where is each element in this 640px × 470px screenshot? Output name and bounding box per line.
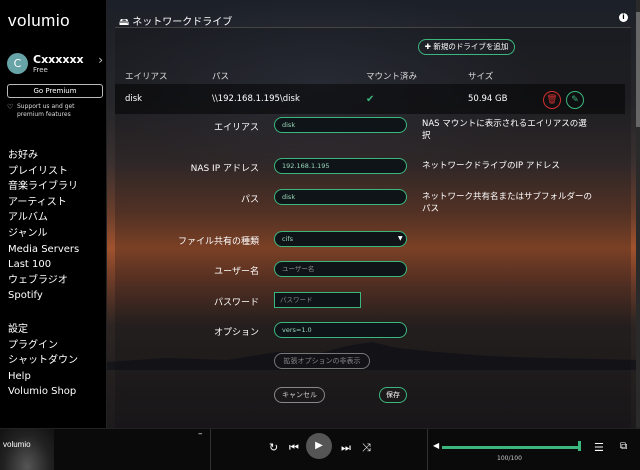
alias-input[interactable] <box>274 117 407 133</box>
nav-item-albums[interactable]: アルバム <box>8 210 79 226</box>
play-icon: ▶ <box>315 440 323 451</box>
support-text: Support us and get premium features <box>17 103 75 118</box>
avatar: C <box>7 53 28 74</box>
column-header-mounted: マウント済み <box>366 72 418 82</box>
pencil-icon: ✎ <box>571 95 579 105</box>
divider <box>427 429 428 470</box>
player-bar: volumio – ↻ ⏮ ▶ ⏭ ⤨ ◀ 100/100 ☰ ⧉ <box>0 428 640 470</box>
shuffle-icon[interactable]: ⤨ <box>362 441 371 455</box>
advanced-options-button[interactable]: 拡張オプションの非表示 <box>274 353 370 369</box>
column-header-alias: エイリアス <box>125 72 168 82</box>
user-plan: Free <box>33 66 48 74</box>
sidebar: volumio C Cxxxxxx Free › Go Premium ♡ Su… <box>0 0 107 428</box>
nav-item-last-100[interactable]: Last 100 <box>8 257 79 273</box>
options-input[interactable] <box>274 322 407 338</box>
chevron-right-icon[interactable]: › <box>98 53 103 67</box>
page-header: 🖴 ネットワークドライブ i <box>115 10 631 28</box>
divider <box>210 429 211 470</box>
nav-item-playlists[interactable]: プレイリスト <box>8 164 79 180</box>
nav-item-shutdown[interactable]: シャットダウン <box>8 353 78 369</box>
volume-fill <box>442 446 580 449</box>
password-label: パスワード <box>213 298 259 308</box>
share-type-select[interactable] <box>274 231 407 247</box>
nav-item-plugins[interactable]: プラグイン <box>8 338 78 354</box>
go-premium-button[interactable]: Go Premium <box>7 84 103 98</box>
username-input[interactable] <box>274 261 407 277</box>
password-input[interactable] <box>274 292 361 308</box>
volume-down-icon[interactable]: ◀ <box>433 441 439 450</box>
edit-drive-button[interactable]: ✎ <box>566 91 584 109</box>
nas-ip-help: ネットワークドライブのIP アドレス <box>422 161 560 171</box>
nav-item-genres[interactable]: ジャンル <box>8 226 79 242</box>
options-label: オプション <box>213 328 259 338</box>
column-header-size: サイズ <box>468 72 494 82</box>
mounted-check-icon: ✔ <box>366 94 375 105</box>
path-help: ネットワーク共有名またはサブフォルダーのパス <box>422 192 593 214</box>
nav-item-artists[interactable]: アーティスト <box>8 195 79 211</box>
page-title-text: ネットワークドライブ <box>132 17 233 28</box>
alias-help: NAS マウントに表示されるエイリアスの選択 <box>422 119 587 141</box>
nav-item-media-servers[interactable]: Media Servers <box>8 242 79 258</box>
main-nav: お好み プレイリスト 音楽ライブラリ アーティスト アルバム ジャンル Medi… <box>8 148 79 304</box>
track-info: – <box>198 429 203 439</box>
nas-ip-label: NAS IP アドレス <box>190 164 259 174</box>
settings-nav: 設定 プラグイン シャットダウン Help Volumio Shop <box>8 322 78 400</box>
row-path: \\192.168.1.195\disk <box>212 94 300 104</box>
user-profile[interactable]: C Cxxxxxx Free › <box>7 53 103 77</box>
heart-icon: ♡ <box>7 103 14 111</box>
volume-handle[interactable] <box>578 441 581 451</box>
path-input[interactable] <box>274 189 407 205</box>
column-header-path: パス <box>212 72 230 82</box>
repeat-icon[interactable]: ↻ <box>269 441 278 454</box>
nav-item-web-radio[interactable]: ウェブラジオ <box>8 273 79 289</box>
info-icon[interactable]: i <box>619 13 628 22</box>
nav-item-spotify[interactable]: Spotify <box>8 288 79 304</box>
row-alias: disk <box>125 94 143 104</box>
volume-readout: 100/100 <box>497 455 522 462</box>
volumio-logo[interactable]: volumio <box>8 11 70 31</box>
queue-icon[interactable]: ☰ <box>594 441 604 454</box>
nas-ip-input[interactable] <box>274 158 407 174</box>
nav-item-favourites[interactable]: お好み <box>8 148 79 164</box>
nav-item-settings[interactable]: 設定 <box>8 322 78 338</box>
nav-item-help[interactable]: Help <box>8 369 78 385</box>
trash-icon: 🗑 <box>546 95 558 105</box>
previous-icon[interactable]: ⏮ <box>289 441 299 455</box>
delete-drive-button[interactable]: 🗑 <box>543 91 561 109</box>
chevron-down-icon[interactable]: ▼ <box>398 235 403 242</box>
album-art-logo: volumio <box>3 440 31 449</box>
page-title: 🖴 ネットワークドライブ <box>119 17 233 28</box>
nav-item-volumio-shop[interactable]: Volumio Shop <box>8 384 78 400</box>
next-icon[interactable]: ⏭ <box>341 441 351 455</box>
play-button[interactable]: ▶ <box>306 433 332 459</box>
support-link[interactable]: ♡ Support us and get premium features <box>7 103 103 119</box>
alias-label: エイリアス <box>213 123 259 133</box>
library-icon[interactable]: ⧉ <box>620 441 627 452</box>
scrollbar-thumb[interactable] <box>636 12 640 127</box>
user-name: Cxxxxxx <box>33 53 84 66</box>
path-label: パス <box>240 195 259 205</box>
share-type-label: ファイル共有の種類 <box>177 237 259 247</box>
add-drive-button[interactable]: ✚ 新規のドライブを追加 <box>418 39 515 55</box>
cancel-button[interactable]: キャンセル <box>274 387 325 403</box>
username-label: ユーザー名 <box>214 267 259 277</box>
add-drive-label: 新規のドライブを追加 <box>433 42 509 51</box>
row-size: 50.94 GB <box>468 94 508 104</box>
album-art[interactable]: volumio <box>0 429 54 470</box>
nav-item-music-library[interactable]: 音楽ライブラリ <box>8 179 79 195</box>
save-button[interactable]: 保存 <box>379 387 407 403</box>
